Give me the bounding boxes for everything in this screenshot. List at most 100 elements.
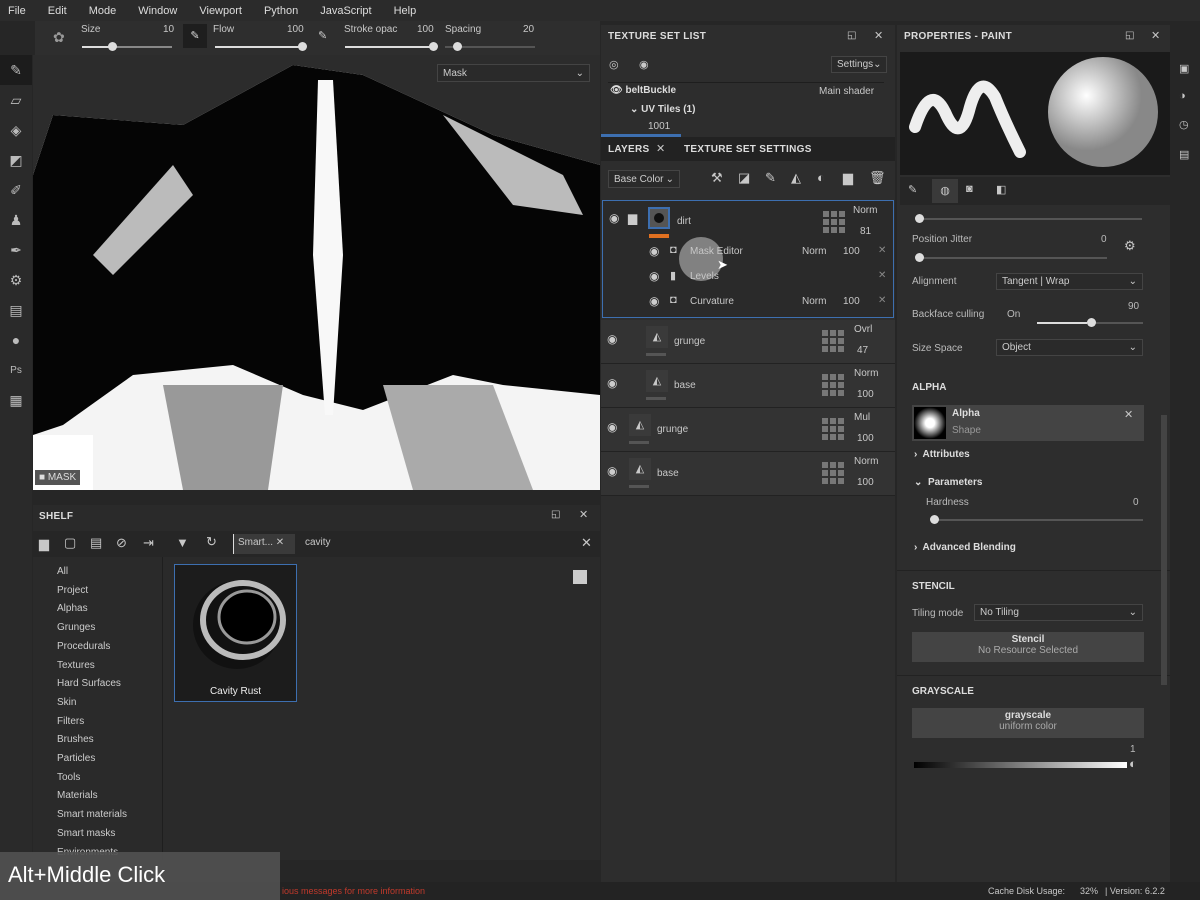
menu-javascript[interactable]: JavaScript	[320, 5, 371, 17]
opacity-value[interactable]: 100	[857, 389, 874, 400]
attributes-toggle[interactable]: › Attributes	[914, 449, 970, 460]
new-resource-icon[interactable]: ▢	[64, 535, 76, 551]
paint-brush-icon[interactable]: ✎	[0, 55, 32, 85]
eye-icon[interactable]: ◉	[649, 244, 659, 258]
close-icon[interactable]: ✕	[1151, 29, 1160, 42]
effect-blend[interactable]: Norm	[802, 296, 826, 307]
channels-grid-icon[interactable]	[823, 211, 845, 233]
shelf-item-cavity-rust[interactable]: Cavity Rust	[174, 564, 297, 702]
grayscale-resource-slot[interactable]: grayscale uniform color	[912, 708, 1144, 738]
uv-tile-item[interactable]: 1001	[648, 121, 670, 129]
smudge-icon[interactable]: ✐	[0, 175, 32, 205]
add-mask-icon[interactable]: ◪	[738, 170, 750, 186]
add-smart-material-icon[interactable]: ◐	[817, 170, 825, 185]
eye-icon[interactable]: ◉	[607, 376, 617, 390]
photoshop-export-icon[interactable]: Ps	[0, 355, 32, 385]
layer-mask-thumbnail[interactable]	[648, 207, 670, 229]
brush-tab-icon[interactable]: ✎	[908, 183, 917, 196]
measure-icon[interactable]: ▤	[0, 295, 32, 325]
uv-tiles-toggle[interactable]: ⌄ UV Tiles (1)	[630, 104, 695, 115]
layer-row[interactable]: ◉ ◭ base Norm 100	[601, 364, 895, 408]
shelf-category-item[interactable]: Procedurals	[57, 641, 110, 652]
remove-alpha-icon[interactable]: ✕	[1124, 408, 1133, 421]
undock-icon[interactable]: ◱	[1125, 30, 1134, 41]
color-picker-icon[interactable]: ◐	[1129, 756, 1137, 771]
shelf-category-item[interactable]: Smart materials	[57, 809, 127, 820]
polygon-fill-icon[interactable]: ◩	[0, 145, 32, 175]
alignment-select[interactable]: Tangent | Wrap ⌄	[996, 273, 1143, 290]
eye-icon[interactable]: ◉	[649, 269, 659, 283]
position-jitter-slider[interactable]	[915, 253, 1107, 262]
opacity-value[interactable]: 100	[857, 477, 874, 488]
shelf-category-item[interactable]: Project	[57, 585, 88, 596]
layer-group-dirt[interactable]: ◉ ▆ dirt Norm 81 ◉ ◘ Mask Editor Norm 10…	[602, 200, 894, 318]
channel-select[interactable]: Base Color ⌄	[608, 170, 680, 188]
texture-set-row[interactable]: 👁 beltBuckle Main shader ⌄ UV Tiles (1) …	[608, 82, 884, 129]
mask-tab-icon[interactable]: ◙	[966, 183, 973, 195]
add-effect-icon[interactable]: ⚒	[711, 170, 723, 186]
remove-effect-icon[interactable]: ✕	[878, 270, 886, 281]
alpha-resource-slot[interactable]: Alpha Shape ✕	[912, 405, 1144, 441]
effect-opacity[interactable]: 100	[843, 246, 860, 257]
shelf-category-item[interactable]: Filters	[57, 716, 84, 727]
tab-texture-set-settings[interactable]: TEXTURE SET SETTINGS	[684, 144, 812, 155]
stencil-tab-icon[interactable]: ◧	[996, 183, 1006, 196]
menu-help[interactable]: Help	[394, 5, 417, 17]
material-tab-icon[interactable]: ◍	[932, 179, 958, 203]
eye-icon[interactable]: ◉	[649, 294, 659, 308]
close-icon[interactable]: ✕	[874, 29, 883, 42]
add-fill-layer-icon[interactable]: ◭	[791, 170, 801, 186]
export-doc-icon[interactable]: ▦	[0, 385, 32, 415]
hide-icon[interactable]: ⊘	[116, 535, 127, 551]
display-settings-icon[interactable]: ◑	[1179, 90, 1186, 102]
stroke-pen-icon[interactable]: ✎	[318, 29, 327, 42]
history-icon[interactable]: ◷	[1179, 118, 1189, 131]
clear-search-icon[interactable]: ✕	[581, 535, 592, 551]
menu-mode[interactable]: Mode	[89, 5, 117, 17]
menu-python[interactable]: Python	[264, 5, 298, 17]
filter-icon[interactable]: ▼	[176, 535, 189, 550]
shelf-category-item[interactable]: Particles	[57, 753, 95, 764]
status-message[interactable]: ious messages for more information	[282, 886, 425, 896]
randomize-gear-icon[interactable]: ⚙	[1124, 238, 1136, 254]
shelf-category-item[interactable]: Tools	[57, 772, 80, 783]
eye-icon[interactable]: ◉	[607, 464, 617, 478]
size-space-select[interactable]: Object ⌄	[996, 339, 1143, 356]
shelf-category-item[interactable]: Materials	[57, 790, 98, 801]
shelf-category-item[interactable]: Textures	[57, 660, 95, 671]
menu-viewport[interactable]: Viewport	[199, 5, 242, 17]
delete-layer-icon[interactable]: 🗑	[869, 170, 886, 186]
channels-grid-icon[interactable]	[822, 462, 844, 484]
properties-scrollbar[interactable]	[1161, 415, 1167, 685]
close-icon[interactable]: ✕	[579, 508, 588, 521]
remove-effect-icon[interactable]: ✕	[878, 295, 886, 306]
solo-icon[interactable]: ◉	[639, 58, 649, 71]
layer-row[interactable]: ◉ ◭ grunge Mul 100	[601, 408, 895, 452]
advanced-blending-toggle[interactable]: › Advanced Blending	[914, 542, 1016, 553]
layer-name[interactable]: base	[657, 468, 679, 479]
menu-window[interactable]: Window	[138, 5, 177, 17]
eye-icon[interactable]: ◉	[607, 420, 617, 434]
blend-mode-select[interactable]: Norm	[853, 205, 877, 216]
channels-grid-icon[interactable]	[822, 330, 844, 352]
jitter-slider[interactable]	[915, 214, 1142, 223]
shelf-category-item[interactable]: Grunges	[57, 622, 95, 633]
flow-pen-icon[interactable]: ✎	[183, 24, 207, 48]
backface-state[interactable]: On	[1007, 309, 1020, 320]
shelf-category-item[interactable]: Hard Surfaces	[57, 678, 121, 689]
opacity-value[interactable]: 100	[857, 433, 874, 444]
spacing-slider[interactable]	[445, 42, 535, 51]
opacity-value[interactable]: 47	[857, 345, 868, 356]
shelf-scrollbar[interactable]	[573, 570, 587, 584]
effect-blend[interactable]: Norm	[802, 246, 826, 257]
viewport-channel-select[interactable]: Mask ⌄	[437, 64, 590, 82]
log-icon[interactable]: ▤	[1179, 148, 1189, 161]
refresh-icon[interactable]: ↻	[206, 534, 217, 550]
backface-slider[interactable]	[1037, 318, 1143, 327]
opacity-value[interactable]: 81	[860, 226, 871, 237]
shelf-category-item[interactable]: All	[57, 566, 68, 577]
flow-slider[interactable]	[215, 42, 307, 51]
layer-row[interactable]: ◉ ◭ grunge Ovrl 47	[601, 320, 895, 364]
shelf-category-item[interactable]: Alphas	[57, 603, 88, 614]
effect-row[interactable]: ◉ ◘ Curvature Norm 100 ✕	[603, 289, 893, 314]
